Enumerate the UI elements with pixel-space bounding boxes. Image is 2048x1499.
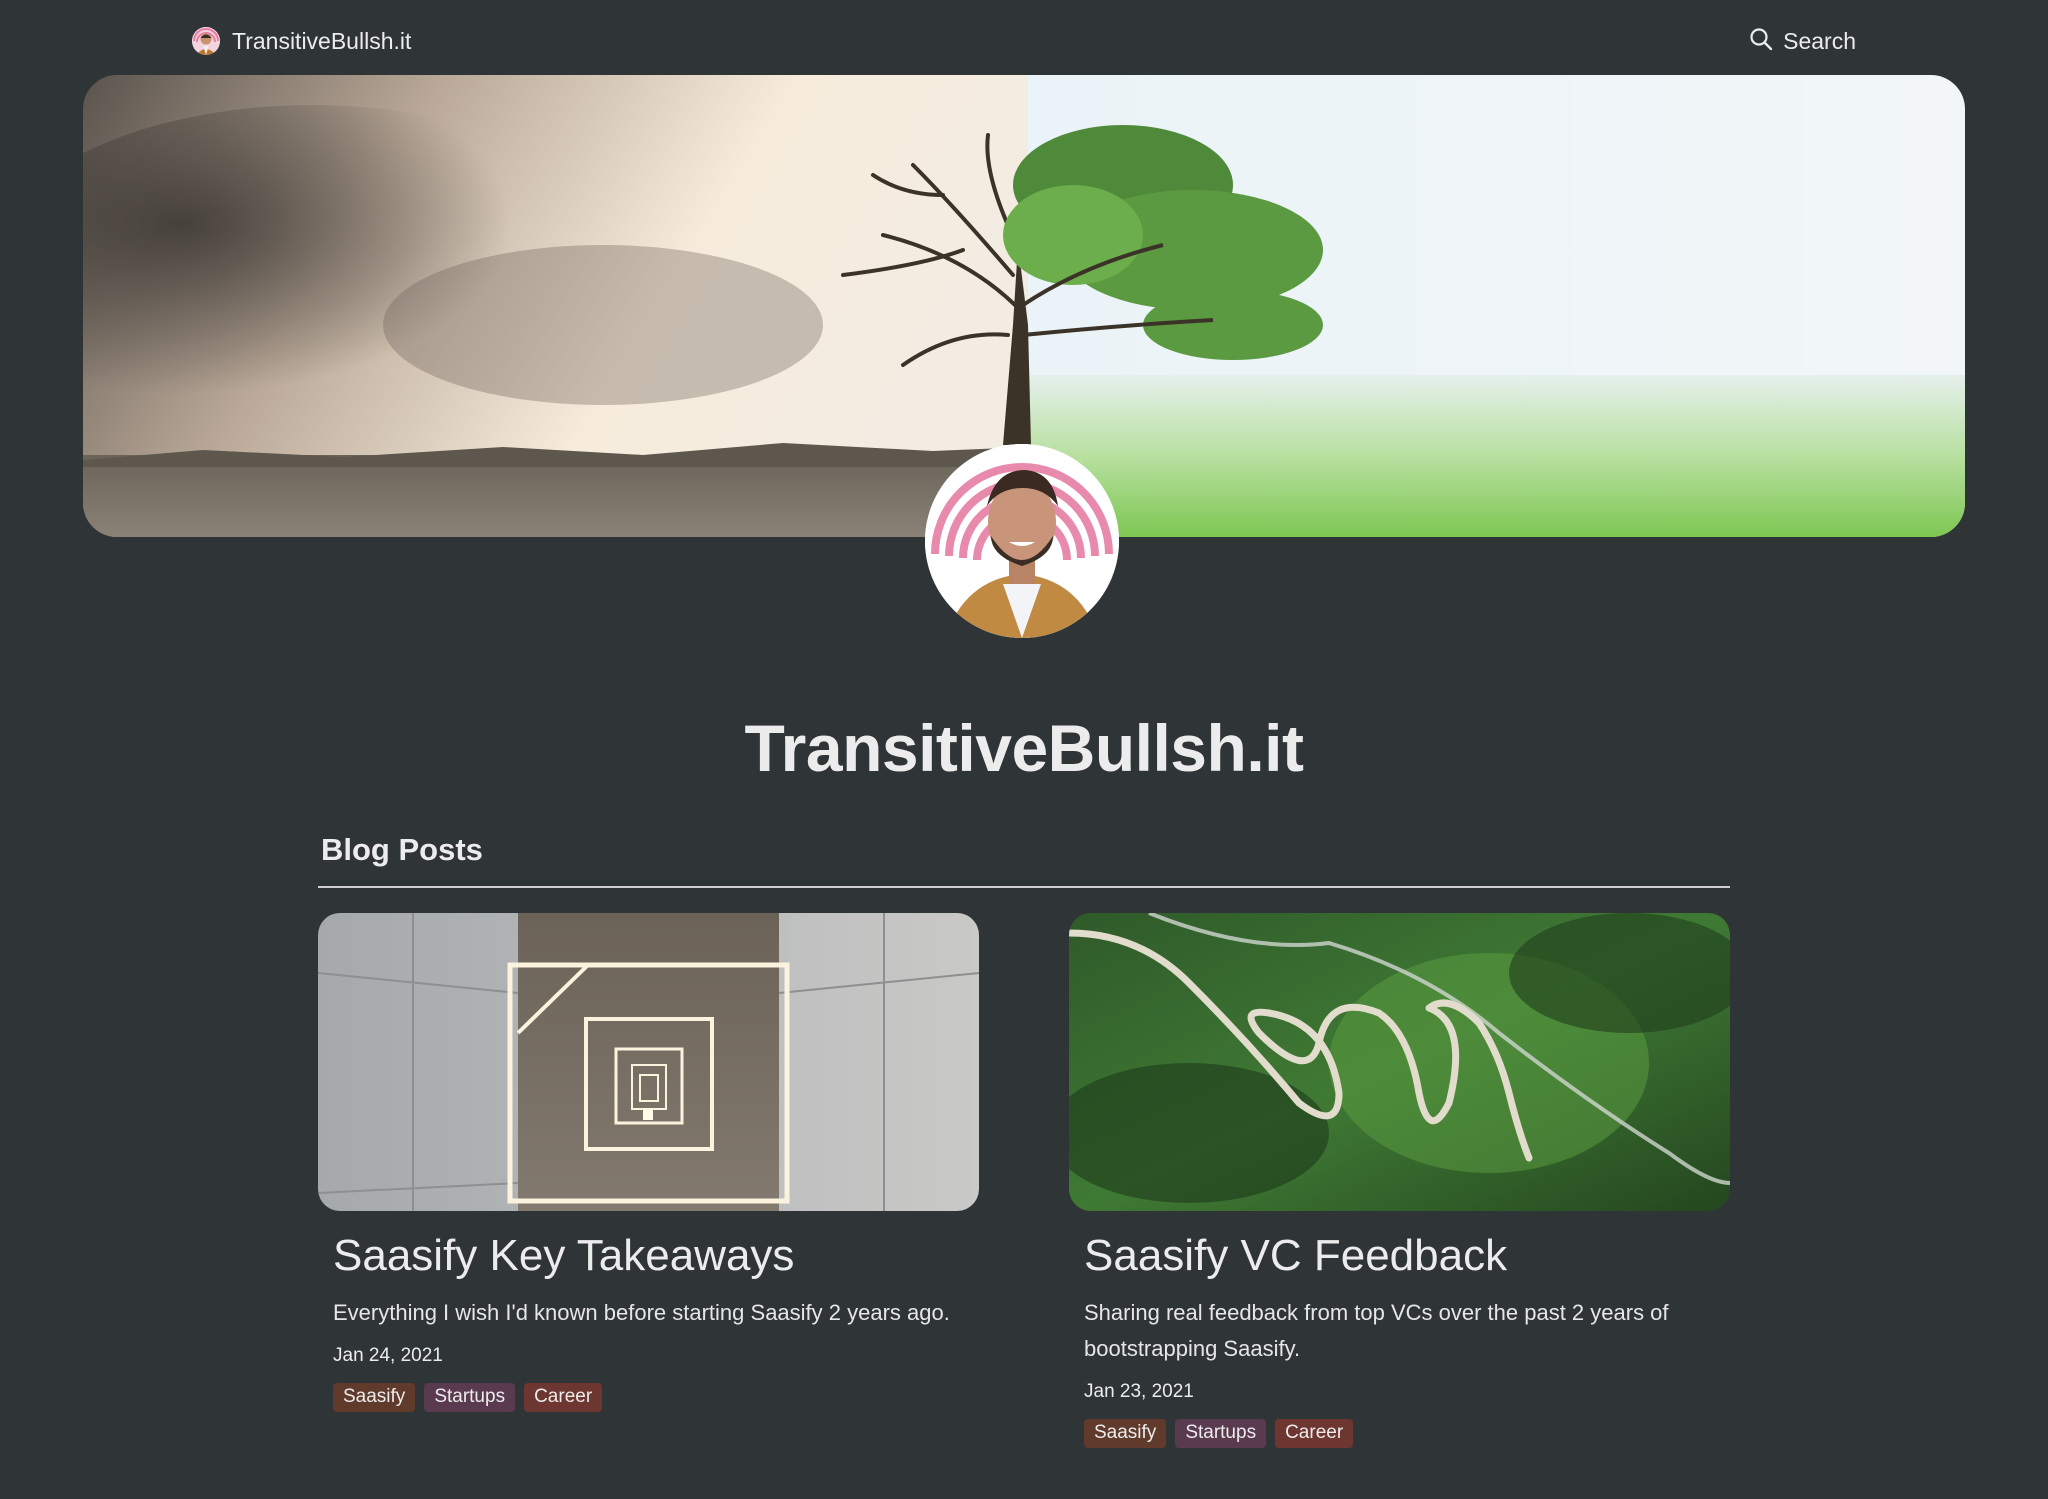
post-title[interactable]: Saasify Key Takeaways [333,1229,964,1283]
post-tags: Saasify Startups Career [333,1383,964,1412]
post-title[interactable]: Saasify VC Feedback [1084,1229,1715,1283]
post-description: Everything I wish I'd known before start… [333,1300,950,1325]
tag-startups[interactable]: Startups [1175,1419,1267,1448]
tag-saasify[interactable]: Saasify [333,1383,416,1412]
avatar-icon [192,27,220,55]
post-tags: Saasify Startups Career [1084,1419,1715,1448]
tag-career[interactable]: Career [524,1383,603,1412]
section-divider [318,886,1730,888]
profile-avatar [925,444,1119,638]
page-title: TransitiveBullsh.it [744,711,1304,785]
section-heading: Blog Posts [321,832,483,867]
post-cover-image[interactable] [1069,913,1730,1211]
top-nav: TransitiveBullsh.it Search [0,0,2048,80]
brand-link[interactable]: TransitiveBullsh.it [192,24,411,58]
tag-career[interactable]: Career [1275,1419,1354,1448]
tag-saasify[interactable]: Saasify [1084,1419,1167,1448]
search-label: Search [1783,27,1856,54]
tag-startups[interactable]: Startups [424,1383,516,1412]
post-card[interactable]: Saasify Key Takeaways Everything I wish … [318,913,979,1412]
post-date: Jan 24, 2021 [333,1345,443,1366]
post-card[interactable]: Saasify VC Feedback Sharing real feedbac… [1069,913,1730,1448]
post-date: Jan 23, 2021 [1084,1381,1194,1402]
post-description: Sharing real feedback from top VCs over … [1084,1300,1669,1361]
search-icon [1749,27,1773,56]
search-button[interactable]: Search [1749,24,1856,58]
brand-label: TransitiveBullsh.it [232,27,412,54]
post-cover-image[interactable] [318,913,979,1211]
